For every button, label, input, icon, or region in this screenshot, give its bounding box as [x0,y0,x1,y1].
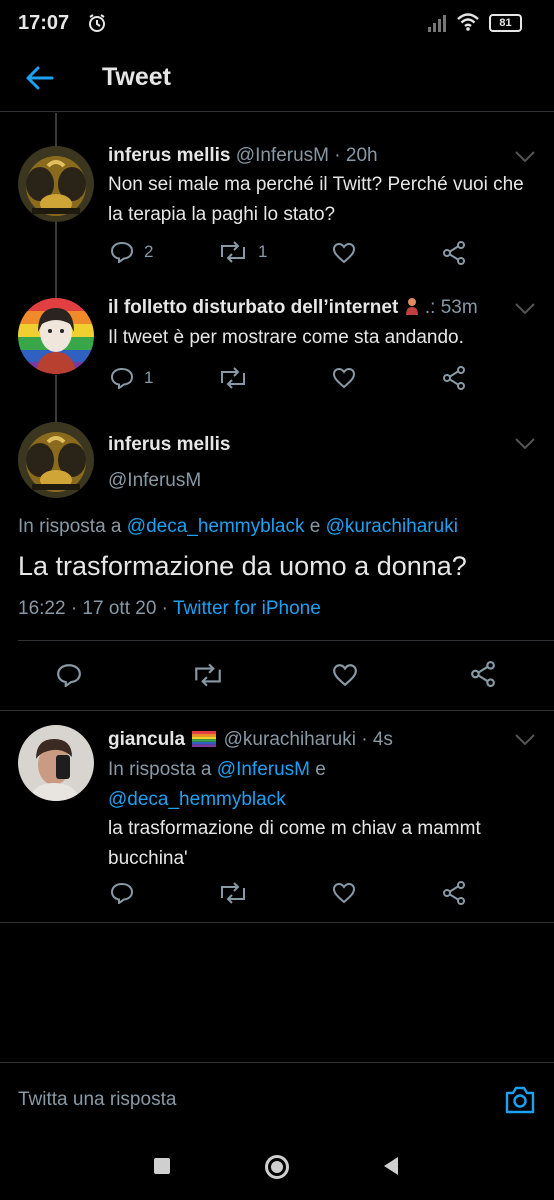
signal-icon [428,15,446,32]
reply-joiner: e [315,759,326,780]
share-icon[interactable] [470,661,496,687]
mention-link[interactable]: @kurachiharuki [326,516,458,537]
pride-avatar-image [18,298,94,374]
system-nav-bar [0,1134,554,1200]
username[interactable]: @InferusM [108,470,201,491]
retweet-count: 1 [258,242,268,261]
source-link[interactable]: Twitter for iPhone [173,598,321,619]
reply-count: 1 [144,368,154,387]
thread-connector [55,113,57,147]
reply-button[interactable]: 1 [110,367,153,389]
main-tweet-name: inferus mellis [108,434,231,456]
display-name[interactable]: inferus mellis [108,434,231,455]
username[interactable]: @kurachiharuki [224,729,356,750]
display-name[interactable]: inferus mellis [108,145,231,166]
retweet-button[interactable]: 1 [218,241,267,263]
status-bar: 17:07 81 [0,0,554,46]
avatar[interactable] [18,725,94,801]
avatar[interactable] [18,422,94,498]
avatar[interactable] [18,146,94,222]
arrow-left-icon[interactable] [24,62,56,94]
mention-link[interactable]: @InferusM [217,759,310,780]
tweet-time: 53m [440,297,478,318]
avatar[interactable] [18,298,94,374]
back-nav-button[interactable] [382,1156,400,1176]
tweet-header: il folletto disturbato dell’internet .: … [108,297,478,319]
reply-prefix: In risposta a [18,516,122,537]
display-name[interactable]: il folletto disturbato dell’internet [108,297,398,318]
reply-joiner: e [309,516,321,537]
like-icon[interactable] [332,242,356,264]
reply-context: In risposta a @deca_hemmyblack e @kurach… [18,516,458,538]
tweet-header: giancula @kurachiharuki · 4s [108,729,393,751]
username[interactable]: .: [425,297,436,318]
reply-icon[interactable] [110,882,134,904]
recent-apps-button[interactable] [154,1158,170,1174]
person-emoji-icon [404,297,420,315]
like-icon[interactable] [332,882,356,904]
reply-icon [110,367,134,389]
mention-link[interactable]: @deca_hemmyblack [127,516,305,537]
retweet-icon[interactable] [218,367,248,389]
chevron-down-icon[interactable] [514,437,536,451]
reply-icon [110,241,134,263]
bee-avatar-image [18,146,94,222]
tweet-time: · 4s [361,729,393,750]
alarm-icon [89,14,105,32]
like-icon[interactable] [332,663,358,687]
bee-avatar-image [18,422,94,498]
reply-button[interactable]: 2 [110,241,153,263]
reply-prefix: In risposta a [108,759,212,780]
retweet-icon [221,241,245,263]
reply-context: In risposta a @InferusM e @deca_hemmybla… [108,755,528,815]
top-app-bar: Tweet [0,46,554,112]
share-icon[interactable] [442,241,466,265]
tweet-timestamp: 16:22 · 17 ott 20 · Twitter for iPhone [18,598,321,620]
reply-composer[interactable]: Twitta una risposta [0,1062,554,1134]
mention-link[interactable]: @deca_hemmyblack [108,789,286,810]
main-tweet-text: La trasformazione da uomo a donna? [18,551,467,581]
reply-count: 2 [144,242,154,261]
like-icon[interactable] [332,367,356,389]
status-time: 17:07 [18,12,70,34]
reply-icon[interactable] [56,663,82,687]
divider [18,640,554,641]
tweet-header: inferus mellis @InferusM · 20h [108,145,378,167]
share-icon[interactable] [442,366,466,390]
tweet-text: Non sei male ma perché il Twitt? Perché … [108,174,524,225]
divider [0,710,554,711]
chevron-down-icon[interactable] [514,733,536,747]
share-icon[interactable] [442,881,466,905]
retweet-icon[interactable] [192,663,224,687]
camera-icon[interactable] [504,1085,536,1115]
home-button[interactable] [264,1154,290,1180]
tweet-time: · 20h [334,145,378,166]
chevron-down-icon[interactable] [514,302,536,316]
tweet-text: la trasformazione di come m chiav a mamm… [108,818,481,869]
wifi-icon [457,13,479,31]
retweet-icon[interactable] [218,882,248,904]
chevron-down-icon[interactable] [514,150,536,164]
main-tweet-handle: @InferusM [108,470,201,492]
divider [0,922,554,923]
timestamp-text: 16:22 · 17 ott 20 · [18,598,168,619]
username[interactable]: @InferusM [236,145,329,166]
thread-connector [55,375,57,423]
reply-input[interactable]: Twitta una risposta [18,1089,176,1111]
display-name[interactable]: giancula [108,729,185,750]
thread-connector [55,222,57,298]
rainbow-flag-icon [192,731,217,747]
page-title: Tweet [102,63,171,91]
battery-indicator: 81 [489,14,522,32]
selfie-avatar-image [18,725,94,801]
tweet-text: Il tweet è per mostrare come sta andando… [108,327,464,348]
